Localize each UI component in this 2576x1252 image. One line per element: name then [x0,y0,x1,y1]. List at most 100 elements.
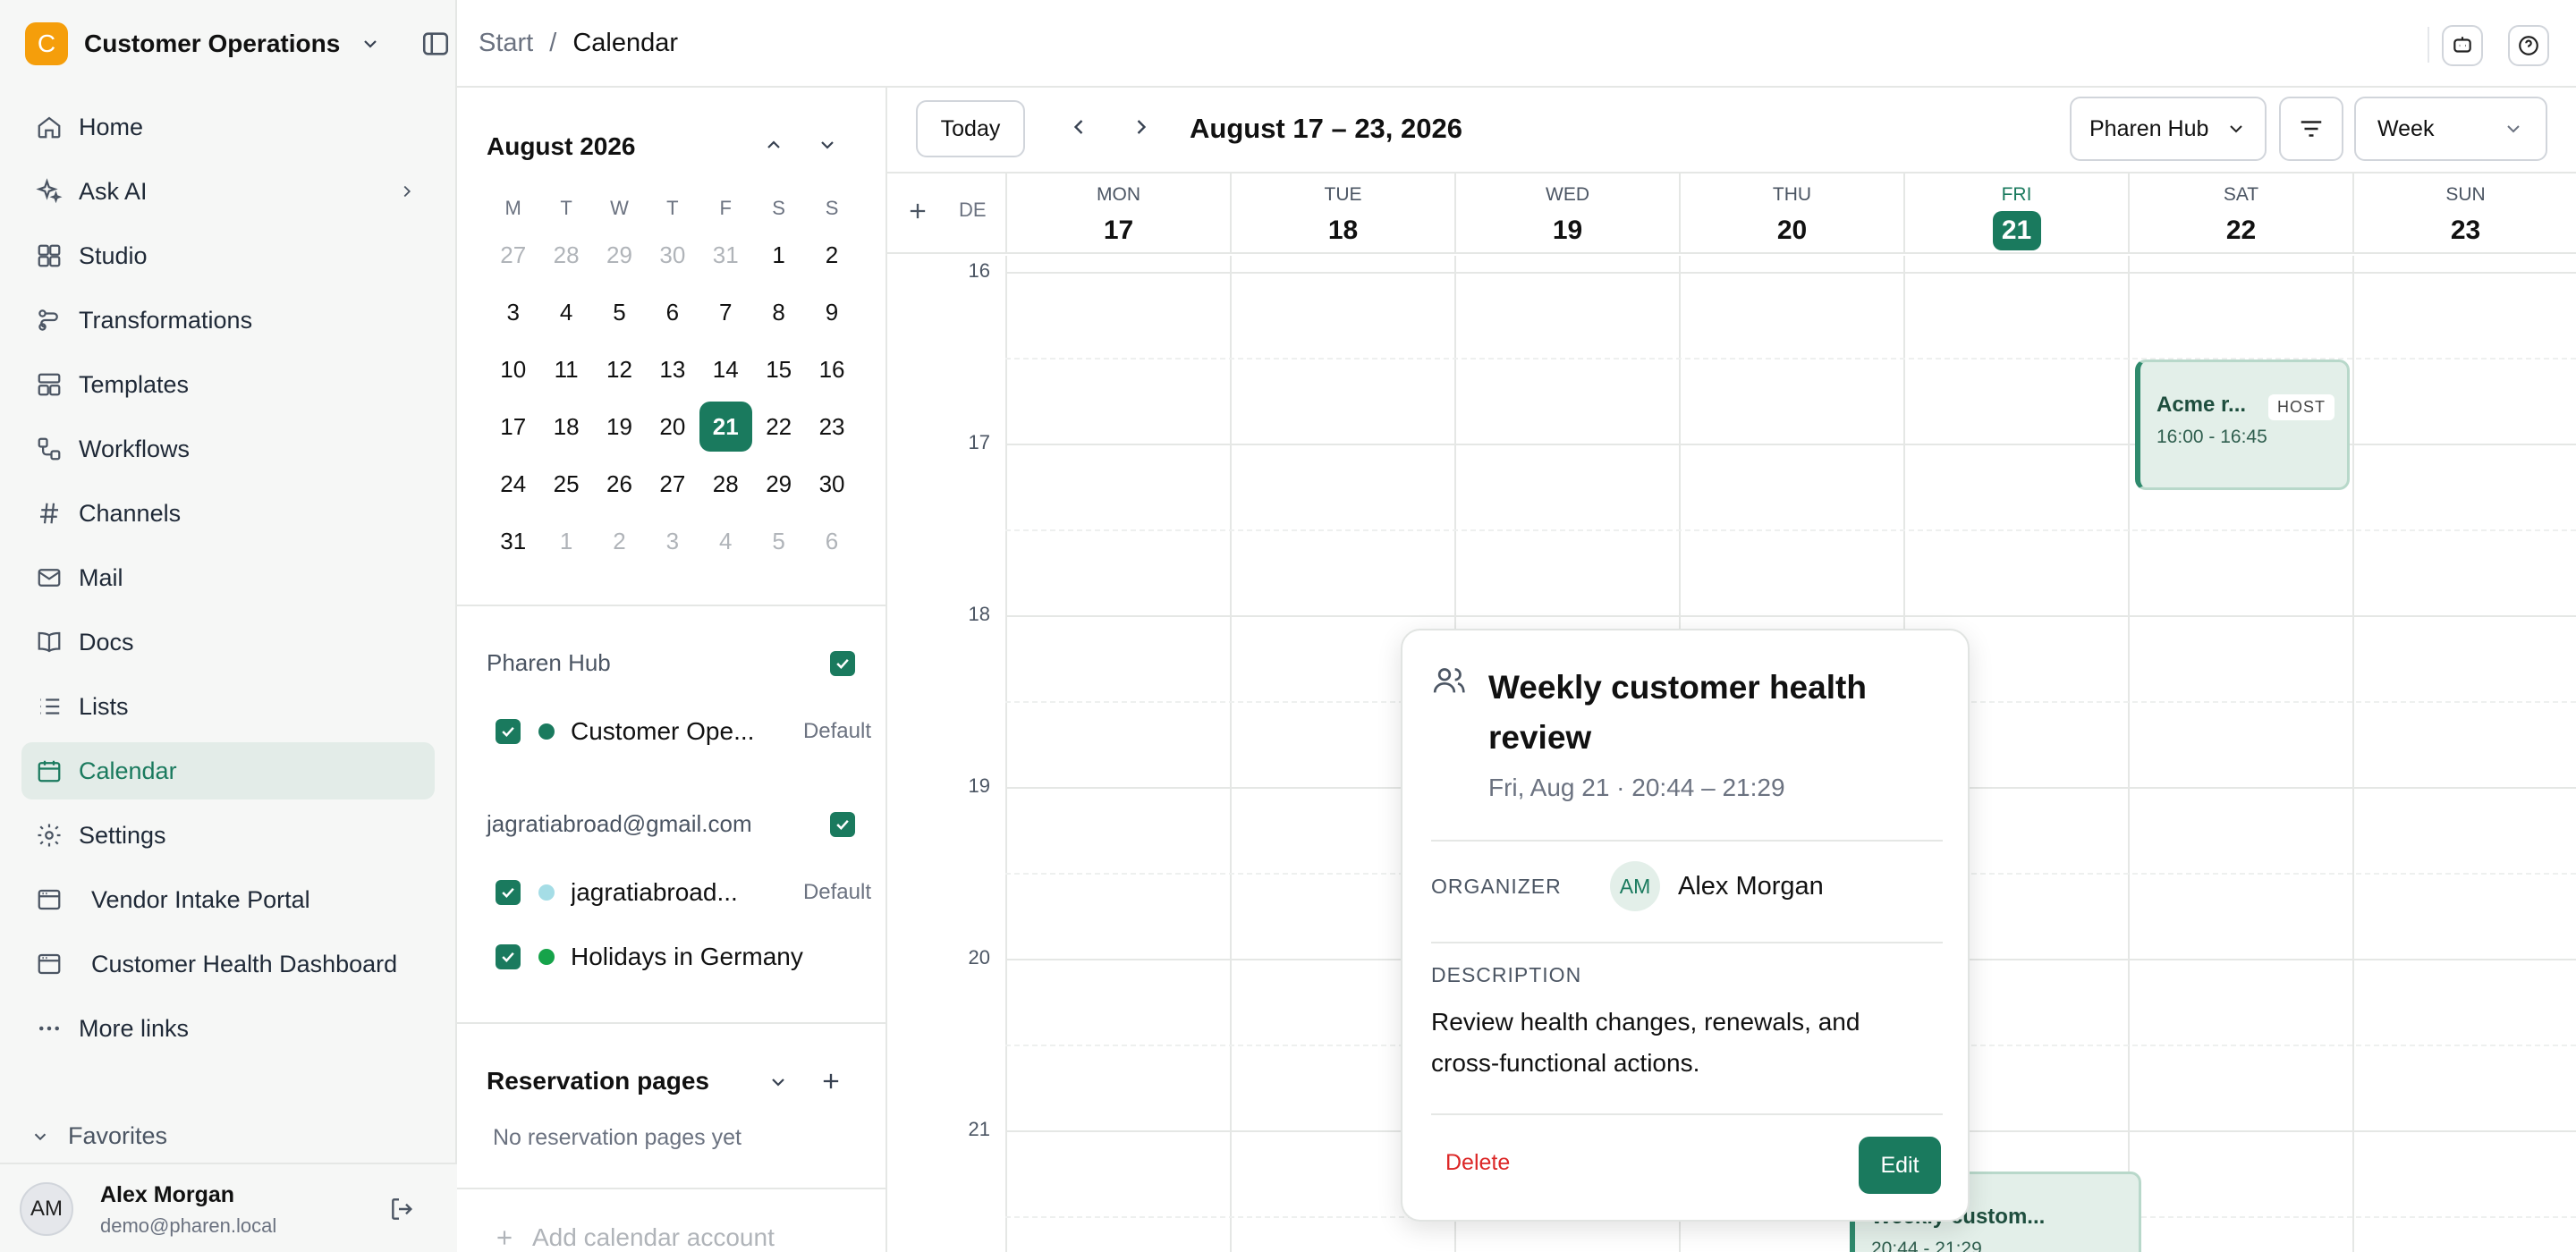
sidebar-item-studio[interactable]: Studio [21,227,435,284]
sidebar-item-docs[interactable]: Docs [21,613,435,671]
mini-calendar-day[interactable]: 17 [487,402,539,452]
mini-calendar-day[interactable]: 5 [593,287,646,337]
mini-calendar-day[interactable]: 18 [539,402,592,452]
mini-calendar-day[interactable]: 29 [752,459,805,509]
mini-calendar-day[interactable]: 7 [699,287,752,337]
day-column-header[interactable]: MON 17 [1005,173,1230,254]
logout-icon[interactable] [388,1195,417,1223]
mini-calendar-day[interactable]: 1 [539,516,592,566]
sidebar-item-more-links[interactable]: More links [21,1000,435,1057]
day-column-header[interactable]: WED 19 [1454,173,1679,254]
filter-button[interactable] [2279,97,2343,161]
add-event-icon[interactable] [905,199,930,224]
chevron-down-icon[interactable] [817,134,838,156]
add-calendar-account-button[interactable]: Add calendar account [493,1223,775,1252]
sidebar-item-ask-ai[interactable]: Ask AI [21,163,435,220]
favorites-section-toggle[interactable]: Favorites [30,1122,167,1150]
mini-calendar-day-today[interactable]: 21 [699,402,752,452]
sidebar-item-settings[interactable]: Settings [21,807,435,864]
mini-calendar-day[interactable]: 10 [487,344,539,394]
breadcrumb-start[interactable]: Start [479,29,533,58]
day-column-header[interactable]: SUN 23 [2352,173,2576,254]
mini-calendar-day[interactable]: 30 [646,230,699,280]
avatar[interactable]: AM [20,1182,73,1236]
day-column-header[interactable]: TUE 18 [1230,173,1454,254]
sidebar-item-templates[interactable]: Templates [21,356,435,413]
sidebar-item-channels[interactable]: Channels [21,485,435,542]
chevron-up-icon[interactable] [763,134,784,156]
calendar-entry[interactable]: jagratiabroad... Default [496,875,871,910]
mini-calendar-day[interactable]: 12 [593,344,646,394]
sidebar-item-transformations[interactable]: Transformations [21,292,435,349]
sidebar-link-customer-health-dashboard[interactable]: Customer Health Dashboard [21,935,435,993]
mini-calendar-day[interactable]: 28 [699,459,752,509]
delete-event-button[interactable]: Delete [1445,1150,1510,1176]
mini-calendar-day[interactable]: 16 [805,344,858,394]
chevron-down-icon[interactable] [767,1071,789,1093]
mini-calendar-day[interactable]: 2 [593,516,646,566]
mini-calendar-day[interactable]: 4 [699,516,752,566]
mini-calendar-day[interactable]: 29 [593,230,646,280]
half-hour-gridline [1005,529,2576,531]
calendar-checkbox[interactable] [496,944,521,969]
panel-divider [457,605,886,606]
calendar-checkbox[interactable] [496,880,521,905]
sidebar-item-mail[interactable]: Mail [21,549,435,606]
calendar-entry[interactable]: Holidays in Germany [496,939,871,975]
mini-calendar-day[interactable]: 28 [539,230,592,280]
today-button[interactable]: Today [916,100,1025,157]
mini-calendar-day[interactable]: 6 [805,516,858,566]
mini-calendar-day[interactable]: 6 [646,287,699,337]
workspace-switcher[interactable]: C Customer Operations [25,20,381,68]
mini-calendar-day[interactable]: 31 [487,516,539,566]
edit-event-button[interactable]: Edit [1859,1137,1941,1194]
calendar-entry[interactable]: Customer Ope... Default [496,714,871,749]
mini-calendar-day[interactable]: 30 [805,459,858,509]
mini-calendar-day[interactable]: 25 [539,459,592,509]
sidebar-item-workflows[interactable]: Workflows [21,420,435,478]
mini-calendar-day[interactable]: 15 [752,344,805,394]
mini-calendar-day[interactable]: 23 [805,402,858,452]
mini-calendar-day[interactable]: 27 [487,230,539,280]
mini-calendar-day[interactable]: 26 [593,459,646,509]
mini-calendar-day[interactable]: 9 [805,287,858,337]
calendar-event[interactable]: Acme r... 16:00 - 16:45 HOST [2135,360,2350,490]
mini-calendar-day[interactable]: 19 [593,402,646,452]
mini-calendar-day[interactable]: 3 [487,287,539,337]
mini-calendar-day[interactable]: 3 [646,516,699,566]
mini-calendar-day[interactable]: 4 [539,287,592,337]
day-column-header[interactable]: SAT 22 [2128,173,2352,254]
chevron-right-icon[interactable] [1129,114,1154,140]
calendar-color-dot [538,949,555,965]
calendar-group-checkbox[interactable] [830,651,855,676]
mini-calendar-day[interactable]: 2 [805,230,858,280]
mini-calendar-day[interactable]: 14 [699,344,752,394]
mini-calendar-day[interactable]: 1 [752,230,805,280]
sidebar-item-lists[interactable]: Lists [21,678,435,735]
sidebar-link-vendor-intake-portal[interactable]: Vendor Intake Portal [21,871,435,928]
day-column-header[interactable]: THU 20 [1679,173,1903,254]
chevron-left-icon[interactable] [1066,114,1091,140]
mini-calendar-day[interactable]: 31 [699,230,752,280]
mini-calendar-day[interactable]: 24 [487,459,539,509]
calendar-checkbox[interactable] [496,719,521,744]
calendar-name: Holidays in Germany [571,943,803,970]
help-button[interactable] [2508,25,2549,66]
view-select[interactable]: Week [2354,97,2547,161]
sidebar-item-calendar[interactable]: Calendar [21,742,435,799]
mini-calendar-day[interactable]: 8 [752,287,805,337]
mini-calendar-day[interactable]: 11 [539,344,592,394]
mini-calendar-day[interactable]: 5 [752,516,805,566]
day-column-header[interactable]: FRI 21 [1903,173,2128,254]
mini-calendar-day[interactable]: 13 [646,344,699,394]
workspace-calendar-select[interactable]: Pharen Hub [2070,97,2267,161]
plus-icon[interactable] [818,1069,843,1094]
assistant-button[interactable] [2442,25,2483,66]
sidebar-item-home[interactable]: Home [21,98,435,156]
mini-calendar-day[interactable]: 22 [752,402,805,452]
mini-calendar-day[interactable]: 27 [646,459,699,509]
sidebar-toggle-icon[interactable] [420,29,451,59]
mini-calendar-day[interactable]: 20 [646,402,699,452]
plus-icon [493,1226,516,1249]
calendar-group-checkbox[interactable] [830,812,855,837]
